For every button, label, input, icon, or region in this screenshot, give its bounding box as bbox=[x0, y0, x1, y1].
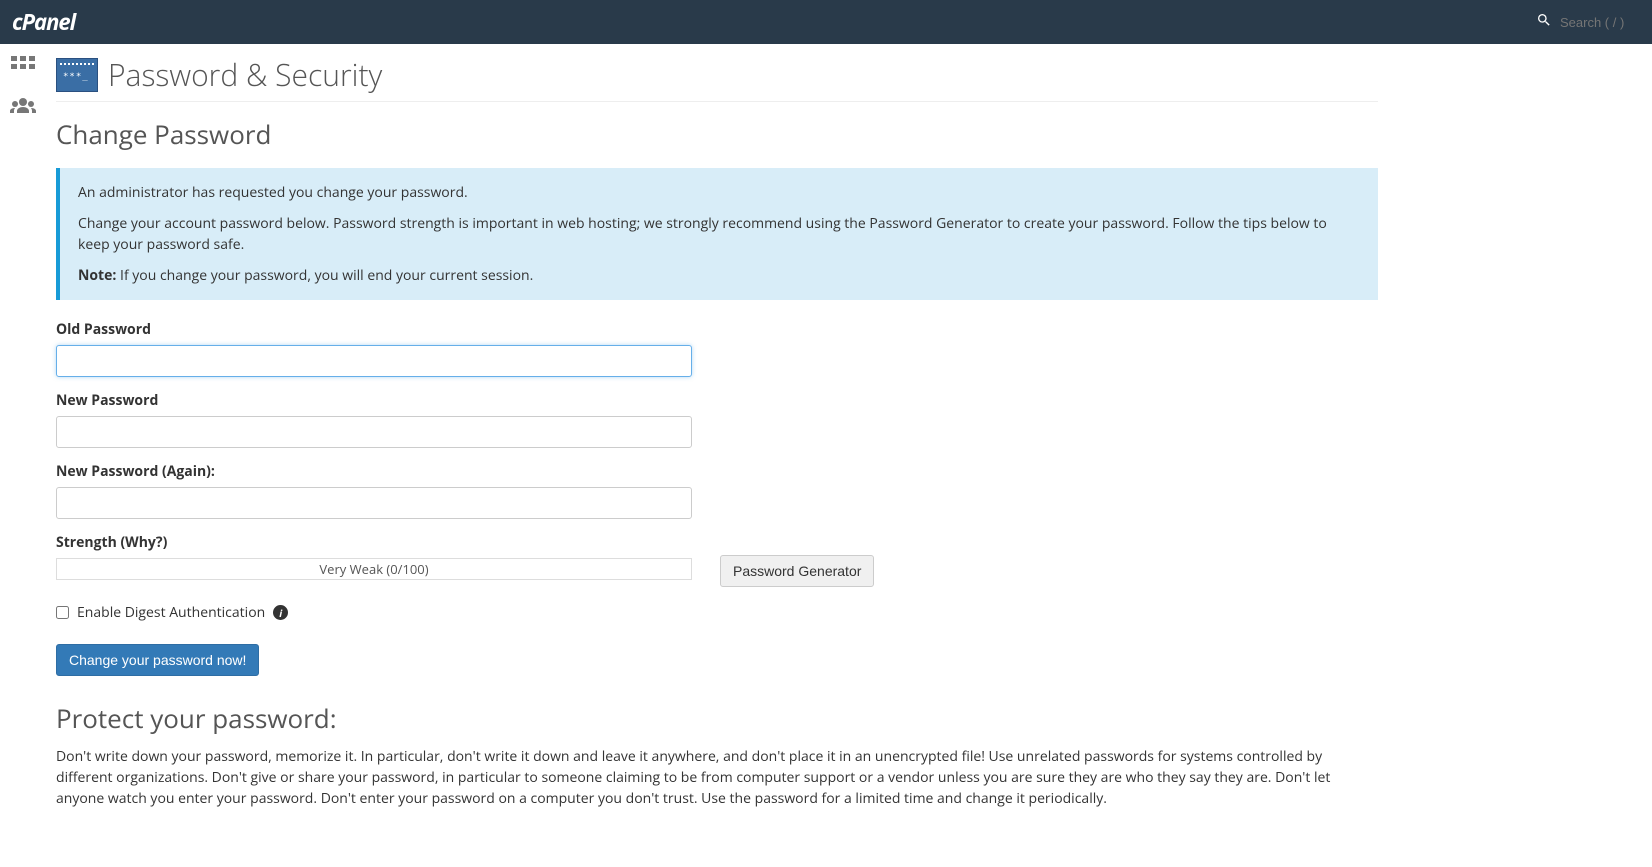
sidebar-item-apps[interactable] bbox=[9, 54, 37, 78]
password-icon bbox=[56, 58, 98, 92]
logo: cPanel bbox=[12, 7, 75, 37]
main-content: Password & Security Change Password An a… bbox=[46, 44, 1406, 839]
new-password-row: New Password bbox=[56, 391, 1378, 448]
new-password-again-label: New Password (Again): bbox=[56, 462, 1378, 481]
sidebar bbox=[0, 44, 46, 839]
info-icon[interactable]: i bbox=[273, 605, 288, 620]
note-label: Note: bbox=[78, 266, 116, 285]
change-password-button[interactable]: Change your password now! bbox=[56, 644, 259, 676]
old-password-label: Old Password bbox=[56, 320, 1378, 339]
digest-auth-label: Enable Digest Authentication bbox=[77, 603, 265, 622]
password-generator-button[interactable]: Password Generator bbox=[720, 555, 874, 587]
protect-text: Don't write down your password, memorize… bbox=[56, 746, 1378, 809]
info-line2: Change your account password below. Pass… bbox=[78, 213, 1360, 255]
strength-value: Very Weak (0/100) bbox=[319, 560, 428, 578]
protect-title: Protect your password: bbox=[56, 700, 1378, 736]
old-password-input[interactable] bbox=[56, 345, 692, 377]
search-wrap bbox=[1536, 12, 1640, 33]
strength-row: Strength (Why?) Very Weak (0/100) Passwo… bbox=[56, 533, 1378, 587]
old-password-row: Old Password bbox=[56, 320, 1378, 377]
logo-text: cPanel bbox=[12, 7, 75, 37]
strength-bar: Very Weak (0/100) bbox=[56, 558, 692, 580]
digest-auth-checkbox[interactable] bbox=[56, 606, 69, 619]
digest-auth-row: Enable Digest Authentication i bbox=[56, 603, 1378, 622]
section-title: Change Password bbox=[56, 116, 1378, 152]
new-password-input[interactable] bbox=[56, 416, 692, 448]
search-input[interactable] bbox=[1560, 15, 1640, 30]
new-password-label: New Password bbox=[56, 391, 1378, 410]
new-password-again-row: New Password (Again): bbox=[56, 462, 1378, 519]
page-header: Password & Security bbox=[56, 54, 1378, 102]
info-line1: An administrator has requested you chang… bbox=[78, 182, 1360, 203]
new-password-again-input[interactable] bbox=[56, 487, 692, 519]
strength-label: Strength (Why?) bbox=[56, 533, 692, 552]
search-icon[interactable] bbox=[1536, 12, 1552, 33]
note-text: If you change your password, you will en… bbox=[116, 266, 533, 285]
page-title: Password & Security bbox=[108, 54, 382, 95]
topbar: cPanel bbox=[0, 0, 1652, 44]
info-note: Note: If you change your password, you w… bbox=[78, 265, 1360, 286]
sidebar-item-users[interactable] bbox=[9, 94, 37, 118]
info-box: An administrator has requested you chang… bbox=[56, 168, 1378, 300]
